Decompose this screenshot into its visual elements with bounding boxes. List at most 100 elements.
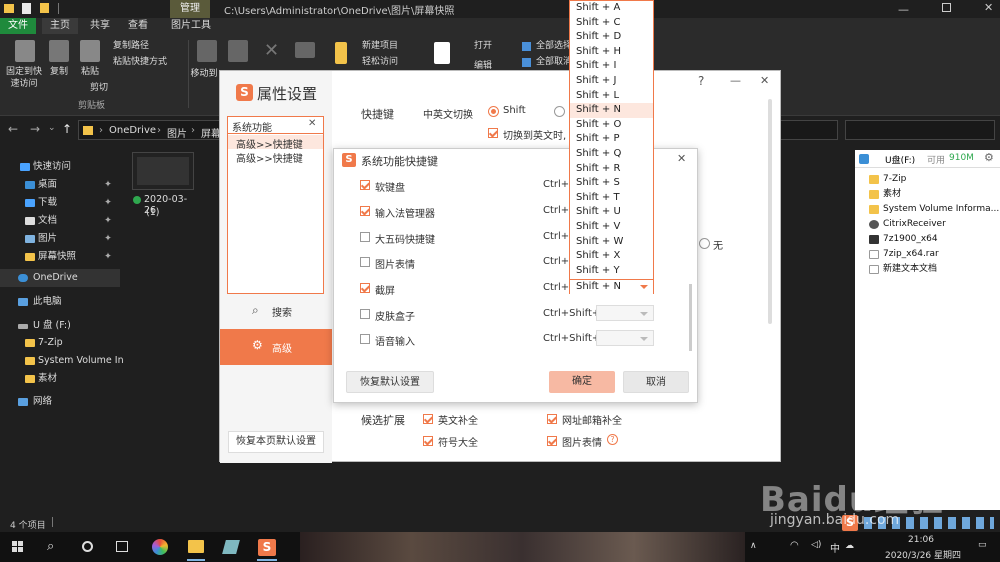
forward-arrow-icon[interactable]: → (30, 122, 40, 136)
open-button[interactable]: 打开 (474, 40, 492, 52)
voice-input-key-select[interactable] (596, 330, 654, 346)
breadcrumb-onedrive[interactable]: OneDrive (109, 125, 156, 136)
dropdown-option[interactable]: Shift + I (576, 59, 616, 74)
paste-shortcut-button[interactable]: 粘贴快捷方式 (113, 56, 167, 68)
dropdown-option[interactable]: Shift + A (576, 1, 620, 16)
symbols-checkbox[interactable] (423, 436, 433, 446)
show-hidden-icons[interactable]: ∧ (750, 541, 757, 551)
clear-search-icon[interactable]: ✕ (308, 118, 316, 129)
ok-button[interactable]: 确定 (549, 371, 615, 393)
restore-page-default-button[interactable]: 恢复本页默认设置 (228, 431, 324, 453)
breadcrumb-pictures[interactable]: 图片 (167, 125, 187, 140)
help-button[interactable]: ? (698, 74, 704, 88)
recent-chevron-icon[interactable]: ⌄ (48, 123, 56, 133)
gear-icon[interactable]: ⚙ (984, 151, 994, 164)
windows-start-icon[interactable] (12, 541, 24, 553)
dropdown-option[interactable]: Shift + S (576, 176, 620, 191)
notification-icon[interactable]: ▭ (978, 540, 987, 550)
wifi-icon[interactable]: ◠ (790, 540, 799, 551)
close-settings-button[interactable]: ✕ (760, 74, 769, 87)
search-icon[interactable]: ⌕ (47, 539, 54, 554)
tab-view[interactable]: 查看 (120, 18, 156, 34)
clock-date[interactable]: 2020/3/26 星期四 (885, 548, 961, 561)
cortana-icon[interactable] (82, 541, 93, 552)
new-item-button[interactable]: 新建项目 (362, 40, 398, 52)
search-result-item[interactable]: 高级>>快捷键 (228, 149, 323, 165)
notepad-icon[interactable] (222, 540, 240, 554)
dropdown-option[interactable]: Shift + V (576, 220, 620, 235)
restore-default-button[interactable]: 恢复默认设置 (346, 371, 434, 393)
paste-button[interactable]: 粘贴 (75, 66, 105, 78)
easy-access-button[interactable]: 轻松访问 (362, 56, 398, 68)
dropdown-option[interactable]: Shift + Y (576, 264, 620, 279)
close-window-button[interactable]: ✕ (984, 1, 993, 14)
ime-indicator[interactable]: 中 (830, 540, 840, 555)
ctrl-radio[interactable] (554, 106, 565, 117)
url-email-complete-checkbox[interactable] (547, 414, 557, 424)
skin-box-key-select[interactable] (596, 305, 654, 321)
dropdown-option[interactable]: Shift + N (570, 103, 653, 118)
dropdown-option[interactable]: Shift + C (576, 16, 620, 31)
none-radio[interactable] (699, 238, 710, 249)
ime-manager-checkbox[interactable] (360, 206, 370, 216)
minimize-button[interactable]: — (898, 3, 909, 16)
pin-quick-access-button[interactable]: 固定到快 速访问 (2, 66, 46, 90)
skin-box-checkbox[interactable] (360, 309, 370, 319)
nav-search[interactable]: ⌕ 搜索 (220, 299, 332, 325)
file-explorer-icon[interactable] (188, 540, 204, 553)
select-none-button[interactable]: 全部取消 (536, 56, 572, 68)
dropdown-current-value[interactable]: Shift + N (570, 279, 653, 294)
english-complete-checkbox[interactable] (423, 414, 433, 424)
close-dialog-button[interactable]: ✕ (677, 152, 686, 165)
sogou-taskbar-icon[interactable]: S (258, 539, 276, 556)
dropdown-option[interactable]: Shift + P (576, 132, 620, 147)
maximize-button[interactable] (942, 3, 951, 12)
volume-icon[interactable]: ◁) (811, 540, 821, 550)
shift-radio[interactable] (488, 106, 499, 117)
onedrive-tray-icon[interactable]: ☁ (845, 541, 854, 551)
tab-home[interactable]: 主页 (42, 18, 78, 34)
delete-icon[interactable]: ✕ (264, 40, 279, 61)
dropdown-option[interactable]: Shift + D (576, 30, 621, 45)
dialog-scrollbar[interactable] (689, 284, 692, 351)
dropdown-option[interactable]: Shift + X (576, 249, 620, 264)
dropdown-option[interactable]: Shift + O (576, 118, 621, 133)
dropdown-option[interactable]: Shift + H (576, 45, 621, 60)
photos-app-icon[interactable] (152, 539, 168, 555)
dropdown-option[interactable]: Shift + W (576, 235, 623, 250)
file-item[interactable]: 2020-03-26 (1) (128, 150, 198, 222)
screenshot-checkbox[interactable] (360, 283, 370, 293)
back-arrow-icon[interactable]: ← (8, 122, 18, 136)
big5-checkbox[interactable] (360, 232, 370, 242)
search-result-item[interactable]: 高级>>快捷键 (228, 135, 323, 151)
dropdown-option[interactable]: Shift + Q (576, 147, 621, 162)
picture-emoji-checkbox[interactable] (547, 436, 557, 446)
dropdown-option[interactable]: Shift + U (576, 205, 621, 220)
help-circle-icon[interactable]: ? (607, 434, 618, 445)
picture-emoji-hotkey-checkbox[interactable] (360, 257, 370, 267)
up-arrow-icon[interactable]: ↑ (62, 122, 72, 136)
cancel-button[interactable]: 取消 (623, 371, 689, 393)
search-box[interactable] (845, 120, 995, 140)
dropdown-option[interactable]: Shift + J (576, 74, 616, 89)
dropdown-option[interactable]: Shift + R (576, 162, 620, 177)
properties-icon[interactable] (22, 3, 31, 14)
minimize-settings-button[interactable]: — (730, 74, 741, 87)
tab-file[interactable]: 文件 (0, 18, 36, 34)
nav-advanced[interactable]: ⚙ 高级 (220, 329, 332, 365)
soft-keyboard-checkbox[interactable] (360, 180, 370, 190)
settings-search-input[interactable]: 系统功能 ✕ (228, 117, 323, 134)
tab-picture-tools[interactable]: 图片工具 (163, 18, 219, 34)
dropdown-option[interactable]: Shift + L (576, 89, 619, 104)
select-all-button[interactable]: 全部选择 (536, 40, 572, 52)
breadcrumb-screens[interactable]: 屏幕 (201, 125, 221, 140)
context-tab-manage[interactable]: 管理 (170, 0, 210, 18)
settings-scrollbar[interactable] (768, 99, 772, 324)
clock-time[interactable]: 21:06 (908, 535, 934, 545)
voice-input-checkbox[interactable] (360, 334, 370, 344)
new-folder-icon[interactable] (40, 3, 49, 13)
nav-onedrive[interactable]: OneDrive (0, 269, 120, 287)
cut-button[interactable]: 剪切 (90, 82, 108, 94)
task-view-icon[interactable] (116, 541, 128, 552)
copy-button[interactable]: 复制 (44, 66, 74, 78)
